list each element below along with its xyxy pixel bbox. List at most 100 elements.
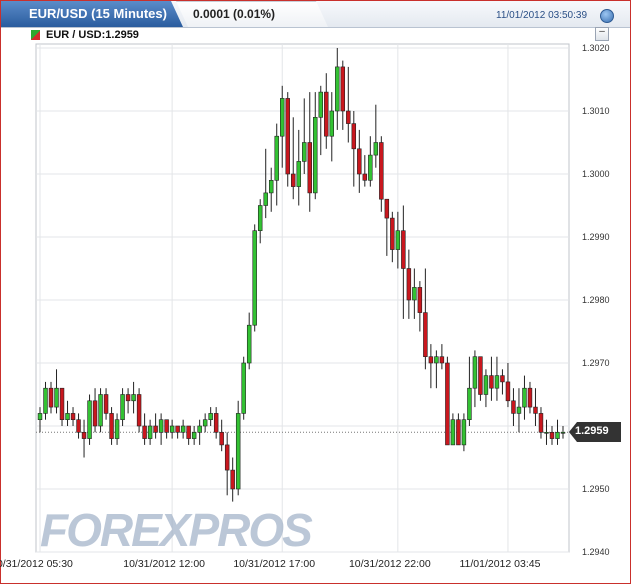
candle-body [318,91,323,118]
candle-body [544,431,549,434]
candle-body [109,413,114,439]
candle-body [202,419,208,427]
x-tick-label: 10/31/2012 12:00 [123,558,205,570]
candle-body [252,230,257,326]
y-tick-label: 1.2990 [582,232,610,242]
candle-body [54,387,59,408]
candle-body [560,431,566,434]
candle-body [390,217,395,250]
candle-body [280,98,285,137]
candle-body [208,413,213,420]
candle-body [340,66,346,112]
candle-body [246,324,252,364]
candle-body [478,356,483,395]
forexpros-watermark: FOREXPROS [40,504,313,556]
candle-body [428,356,434,364]
candle-body [489,375,494,389]
candle-body [257,205,263,232]
candle-body [291,173,296,187]
candle-body [76,419,81,433]
candle-body [538,413,544,433]
candle-body [533,406,538,414]
y-tick-label: 1.3000 [582,169,610,179]
candle-body [555,431,560,439]
y-axis-ticks: 1.29401.29501.29601.29701.29801.29901.30… [582,43,610,557]
candle-body [362,173,368,181]
candle-body [285,98,290,175]
candle-body [125,394,131,402]
candle-body [114,419,120,439]
candle-body [241,362,246,414]
y-tick-label: 1.2970 [582,358,610,368]
candle-body [406,268,412,301]
candle-body [158,419,164,433]
candle-body [59,387,65,421]
y-tick-label: 1.3010 [582,106,610,116]
candle-body [500,375,505,383]
x-tick-label: 10/31/2012 22:00 [349,558,431,570]
candle-body [549,431,555,439]
candle-body [87,400,92,439]
candle-body [445,362,450,446]
candle-body [136,394,142,427]
candle-body [164,419,169,433]
candle-body [434,356,439,364]
candle-body [483,375,489,395]
candle-body [263,192,268,206]
candle-body [379,142,384,200]
x-tick-label: 10/31/2012 05:30 [0,558,73,570]
candle-body [48,387,54,408]
candle-body [346,110,351,124]
candle-body [81,431,87,439]
x-tick-label: 10/31/2012 17:00 [233,558,315,570]
candle-body [395,230,401,250]
candle-body [92,400,98,427]
candle-body [313,117,318,194]
candle-body [505,381,511,402]
candle-body [373,142,379,156]
candles [37,48,566,502]
candle-body [527,387,533,408]
candle-body [329,110,335,137]
candle-body [70,413,76,420]
candle-body [153,425,158,433]
candle-body [43,387,48,414]
candle-body [461,419,467,446]
y-tick-label: 1.3020 [582,43,610,53]
candle-body [467,387,472,421]
candle-body [142,425,147,439]
candle-body [423,312,428,358]
candle-body [186,425,191,439]
candlestick-chart[interactable]: 1.29401.29501.29601.29701.29801.29901.30… [0,0,631,584]
candle-body [213,413,219,433]
candle-body [307,142,312,194]
candle-body [147,425,153,439]
candle-body [368,154,373,181]
candle-body [274,135,279,181]
candle-body [335,66,340,112]
candle-body [37,413,43,420]
candle-body [439,356,445,364]
x-axis-ticks: 10/31/2012 05:30 10/31/2012 12:00 10/31/20… [0,558,541,570]
candle-body [412,287,417,301]
candle-body [197,425,202,433]
y-tick-label: 1.2980 [582,295,610,305]
candle-body [357,148,362,175]
candle-body [522,387,527,408]
candle-body [65,413,70,420]
candle-body [351,123,357,150]
candle-body [191,431,197,439]
candle-body [296,161,301,187]
candle-body [219,431,224,446]
candle-body [511,400,516,414]
candle-body [417,287,423,313]
candle-body [180,425,186,433]
candle-body [120,394,125,421]
candle-body [384,198,390,219]
candle-body [494,375,500,389]
candle-body [268,180,274,194]
x-tick-label: 11/01/2012 03:45 [459,558,540,570]
candle-body [224,444,230,471]
candle-body [131,394,136,402]
candle-body [450,419,456,446]
